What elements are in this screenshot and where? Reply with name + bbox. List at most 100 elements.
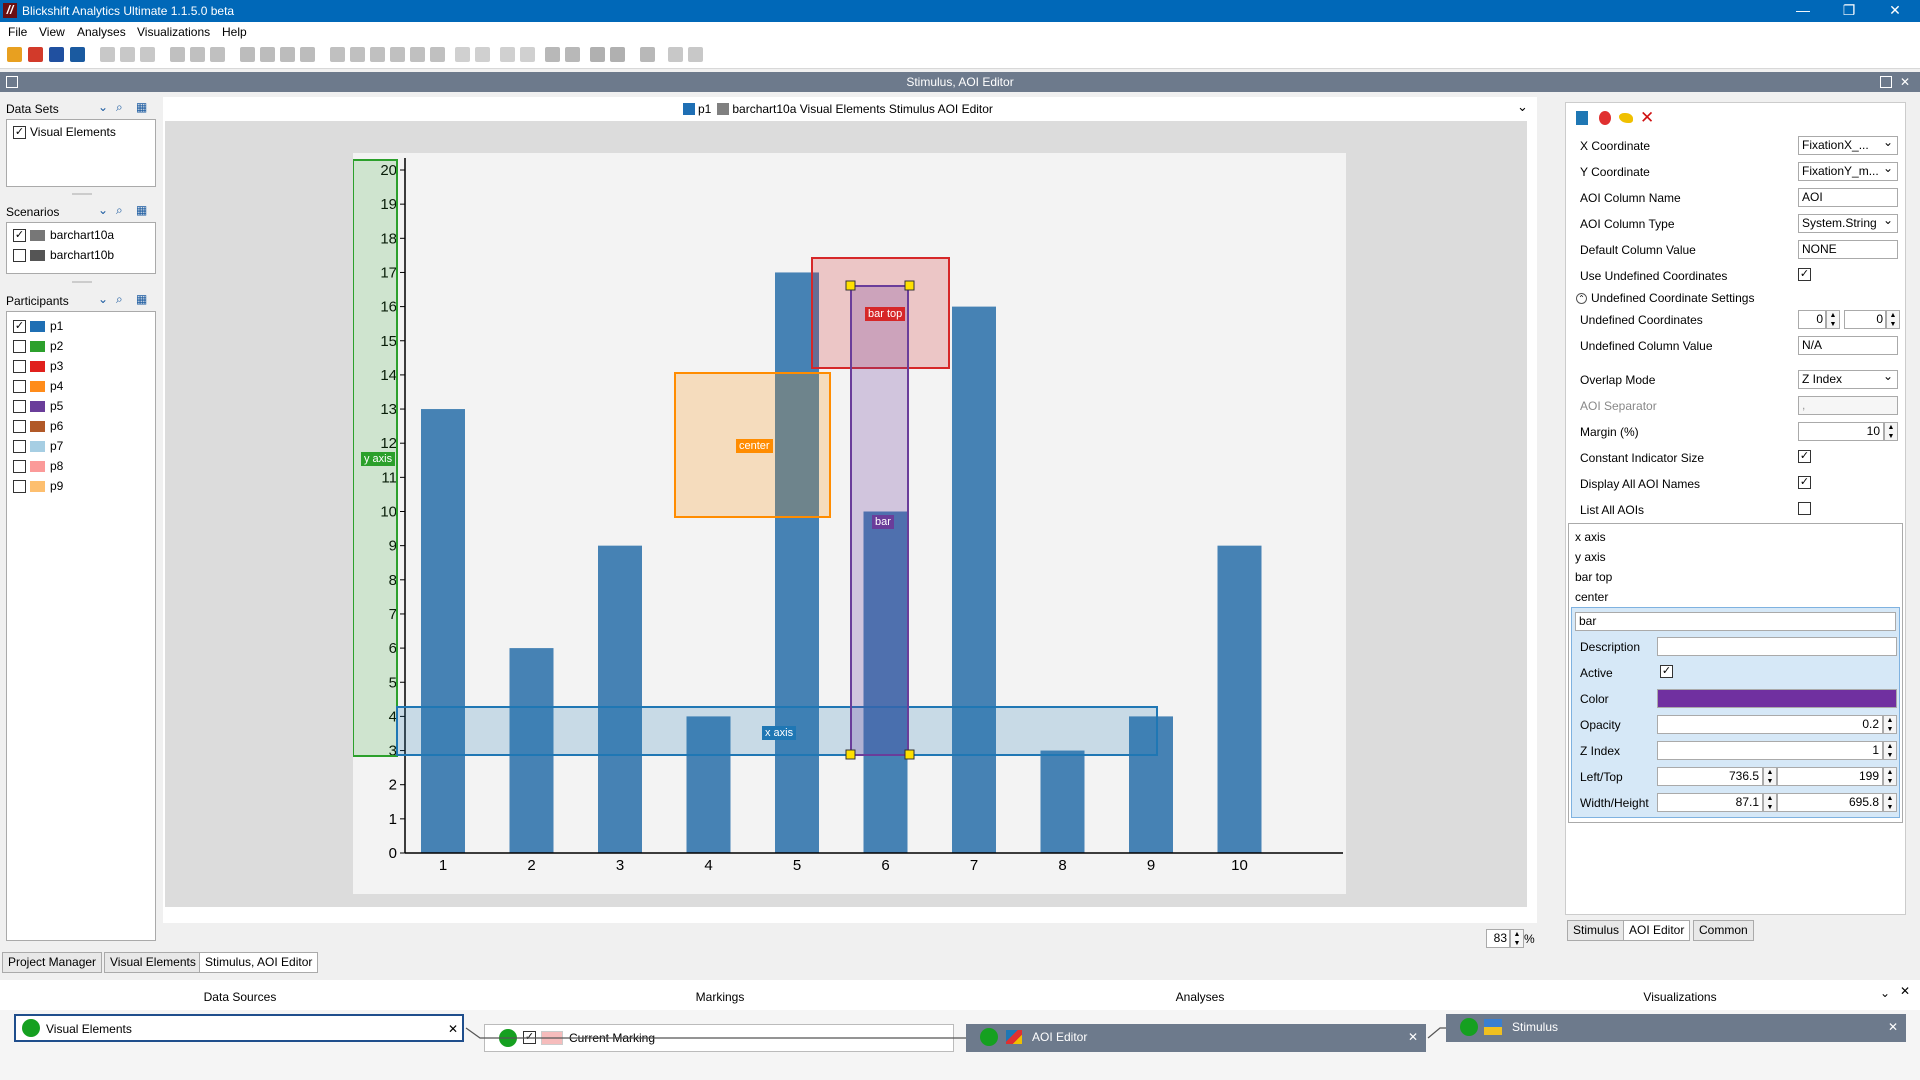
tool-icon-21[interactable]	[590, 47, 605, 62]
panel-float-icon[interactable]	[1880, 76, 1892, 88]
menu-view[interactable]: View	[39, 25, 65, 39]
width-spinner[interactable]: ▲ ▼	[1763, 793, 1777, 812]
tool-icon-1[interactable]	[100, 47, 115, 62]
participant-item[interactable]: p6	[13, 418, 63, 434]
ellipse-tool-icon[interactable]	[1599, 111, 1611, 125]
scenario-item[interactable]: ✓ barchart10a	[13, 227, 114, 243]
tab-stimulus-aoi-editor[interactable]: Stimulus, AOI Editor	[199, 952, 319, 973]
undefined-y-spinner[interactable]: ▲ ▼	[1886, 310, 1900, 329]
display-all-names-checkbox[interactable]: ✓	[1798, 476, 1811, 489]
datasets-select-icon[interactable]: ▦	[136, 100, 147, 114]
resize-handle[interactable]	[904, 280, 915, 291]
menu-visualizations[interactable]: Visualizations	[137, 25, 210, 39]
undefined-y-input[interactable]: 0	[1844, 310, 1886, 329]
height-spinner[interactable]: ▲ ▼	[1883, 793, 1897, 812]
participant-item[interactable]: p3	[13, 358, 63, 374]
aoi-name-input[interactable]: bar	[1575, 612, 1896, 631]
participant-checkbox[interactable]	[13, 439, 26, 453]
resize-handle[interactable]	[845, 749, 856, 760]
menu-file[interactable]: File	[8, 25, 27, 39]
opacity-spinner[interactable]: ▲ ▼	[1883, 715, 1897, 734]
tool-icon-15[interactable]	[430, 47, 445, 62]
panel-close-icon[interactable]: ✕	[1900, 72, 1910, 92]
grid-icon[interactable]	[545, 47, 560, 62]
tool-icon-3[interactable]	[140, 47, 155, 62]
tool-icon-10[interactable]	[330, 47, 345, 62]
datasets-search-icon[interactable]: ⌕	[116, 100, 123, 115]
filter-icon[interactable]	[240, 47, 255, 62]
tool-icon-5[interactable]	[190, 47, 205, 62]
tab-stimulus[interactable]: Stimulus	[1567, 920, 1626, 941]
close-button[interactable]: ✕	[1872, 0, 1918, 22]
tool-icon-2[interactable]	[120, 47, 135, 62]
zindex-input[interactable]: 1	[1657, 741, 1883, 760]
tab-aoi-editor[interactable]: AOI Editor	[1623, 920, 1691, 941]
aoi-list-item[interactable]: center	[1575, 590, 1608, 604]
participant-item[interactable]: ✓ p1	[13, 318, 63, 334]
menu-help[interactable]: Help	[222, 25, 247, 39]
minimize-button[interactable]: —	[1780, 0, 1826, 22]
tab-visual-elements[interactable]: Visual Elements	[104, 952, 202, 973]
tool-icon-6[interactable]	[210, 47, 225, 62]
restore-button[interactable]: ❐	[1826, 0, 1872, 22]
undefined-settings-group[interactable]: ⌃ Undefined Coordinate Settings	[1576, 291, 1754, 305]
participant-checkbox[interactable]	[13, 379, 26, 393]
scenarios-search-icon[interactable]: ⌕	[116, 203, 123, 218]
menu-analyses[interactable]: Analyses	[77, 25, 126, 39]
scenario-item[interactable]: barchart10b	[13, 247, 114, 263]
height-input[interactable]: 695.8	[1777, 793, 1883, 812]
undefined-x-spinner[interactable]: ▲ ▼	[1826, 310, 1840, 329]
resize-handle[interactable]	[904, 749, 915, 760]
participants-search-icon[interactable]: ⌕	[116, 292, 123, 307]
margin-spinner[interactable]: ▲ ▼	[1884, 422, 1898, 441]
list-all-aois-checkbox[interactable]	[1798, 502, 1811, 515]
stimulus-canvas[interactable]: 1 2 3 4 5 6 7 8 9 10 0 1 2 3 4 5 6 7 8 9 10 11 12 13 14 15 16 17 18…	[165, 121, 1527, 907]
undefined-column-value-input[interactable]: N/A	[1798, 336, 1898, 355]
splitter-handle[interactable]	[72, 281, 92, 283]
pipeline-close-icon[interactable]: ✕	[1900, 984, 1910, 998]
default-column-value-input[interactable]: NONE	[1798, 240, 1898, 259]
participant-item[interactable]: p7	[13, 438, 63, 454]
description-input[interactable]	[1657, 637, 1897, 656]
tool-icon-18[interactable]	[500, 47, 515, 62]
splitter-handle[interactable]	[72, 193, 92, 195]
tool-icon-19[interactable]	[520, 47, 535, 62]
top-spinner[interactable]: ▲ ▼	[1883, 767, 1897, 786]
rect-tool-icon[interactable]	[1576, 111, 1588, 125]
datasets-dropdown-icon[interactable]: ⌄	[98, 100, 108, 114]
participant-checkbox[interactable]	[13, 359, 26, 373]
participants-dropdown-icon[interactable]: ⌄	[98, 292, 108, 306]
participant-checkbox[interactable]	[13, 339, 26, 353]
participant-checkbox[interactable]	[13, 419, 26, 433]
chart-icon[interactable]	[640, 47, 655, 62]
collapse-icon[interactable]: ⌃	[1576, 292, 1587, 304]
top-input[interactable]: 199	[1777, 767, 1883, 786]
overlap-mode-select[interactable]: Z Index	[1798, 370, 1898, 389]
tool-icon-20[interactable]	[565, 47, 580, 62]
tool-icon-9[interactable]	[300, 47, 315, 62]
dataset-item[interactable]: ✓ Visual Elements	[13, 124, 116, 140]
aoi-column-type-select[interactable]: System.String	[1798, 214, 1898, 233]
left-spinner[interactable]: ▲ ▼	[1763, 767, 1777, 786]
participant-checkbox[interactable]	[13, 459, 26, 473]
participants-select-icon[interactable]: ▦	[136, 292, 147, 306]
participant-checkbox[interactable]: ✓	[13, 319, 26, 333]
participant-item[interactable]: p4	[13, 378, 63, 394]
participant-item[interactable]: p2	[13, 338, 63, 354]
tool-icon-4[interactable]	[170, 47, 185, 62]
dataset-checkbox[interactable]: ✓	[13, 125, 26, 139]
scenario-checkbox[interactable]	[13, 248, 26, 262]
aoi-list-item[interactable]: x axis	[1575, 530, 1606, 544]
zindex-spinner[interactable]: ▲ ▼	[1883, 741, 1897, 760]
tool-icon-11[interactable]	[350, 47, 365, 62]
zoom-input[interactable]: 83	[1486, 929, 1510, 948]
undefined-x-input[interactable]: 0	[1798, 310, 1826, 329]
y-coordinate-select[interactable]: FixationY_m...	[1798, 162, 1898, 181]
pipeline-collapse-icon[interactable]: ⌄	[1880, 986, 1890, 1000]
delete-icon[interactable]: ✕	[1640, 108, 1654, 128]
tab-project-manager[interactable]: Project Manager	[2, 952, 103, 973]
tool-icon-13[interactable]	[390, 47, 405, 62]
tool-icon-23[interactable]	[668, 47, 683, 62]
participant-item[interactable]: p5	[13, 398, 63, 414]
margin-input[interactable]: 10	[1798, 422, 1884, 441]
